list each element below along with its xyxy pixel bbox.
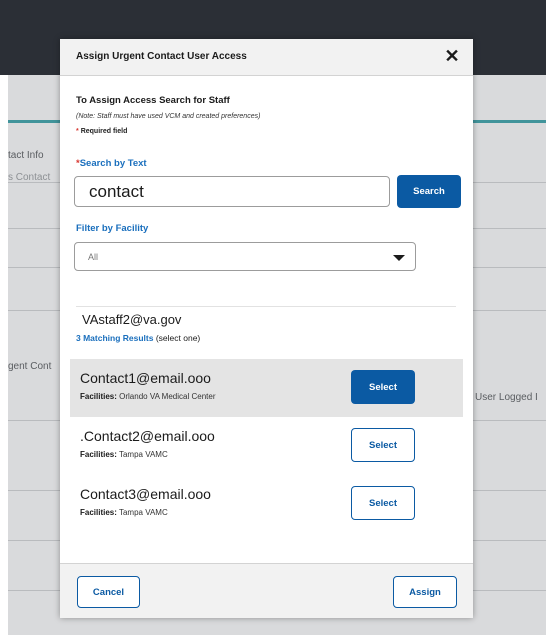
facility-name: Tampa VAMC <box>118 450 168 459</box>
assign-button[interactable]: Assign <box>393 576 457 608</box>
search-label-text: Search by Text <box>79 158 147 169</box>
result-facility: Facilities: Tampa VAMC <box>80 508 168 517</box>
close-icon[interactable]: ✕ <box>441 45 463 67</box>
assign-access-modal: Assign Urgent Contact User Access ✕ To A… <box>60 39 473 618</box>
facility-name: Orlando VA Medical Center <box>119 392 216 401</box>
select-button[interactable]: Select <box>351 486 415 520</box>
result-email: .Contact2@email.ooo <box>80 428 215 444</box>
bg-urgent-contact-label: gent Cont <box>8 361 52 372</box>
cancel-button[interactable]: Cancel <box>77 576 140 608</box>
bg-contact-info-label: tact Info <box>8 150 44 161</box>
searched-staff-email: VAstaff2@va.gov <box>82 312 182 327</box>
required-field-text: Required field <box>80 128 128 135</box>
bg-contact-tab-label: s Contact <box>8 172 51 183</box>
modal-title: Assign Urgent Contact User Access <box>76 51 247 62</box>
result-email: Contact3@email.ooo <box>80 486 211 502</box>
match-count-text: 3 Matching Results <box>76 333 154 343</box>
select-button[interactable]: Select <box>351 370 415 404</box>
facility-name: Tampa VAMC <box>118 508 168 517</box>
required-field-note: * Required field <box>76 128 127 135</box>
result-row[interactable]: Contact1@email.ooo Facilities: Orlando V… <box>70 359 463 417</box>
result-facility: Facilities: Orlando VA Medical Center <box>80 392 215 401</box>
staff-note: (Note: Staff must have used VCM and crea… <box>76 113 261 120</box>
chevron-down-icon <box>393 255 405 261</box>
result-row[interactable]: .Contact2@email.ooo Facilities: Tampa VA… <box>70 417 463 475</box>
result-facility: Facilities: Tampa VAMC <box>80 450 168 459</box>
section-heading: To Assign Access Search for Staff <box>76 95 230 106</box>
required-asterisk: * <box>76 128 79 135</box>
search-button[interactable]: Search <box>397 175 461 208</box>
facility-select-value: All <box>88 252 99 262</box>
result-row[interactable]: Contact3@email.ooo Facilities: Tampa VAM… <box>70 475 463 533</box>
bg-user-logged-label: User Logged I <box>475 392 538 403</box>
facilities-label: Facilities: <box>80 392 117 401</box>
modal-header: Assign Urgent Contact User Access ✕ <box>60 39 473 76</box>
result-email: Contact1@email.ooo <box>80 370 211 386</box>
results-divider <box>76 306 456 307</box>
modal-footer: Cancel Assign <box>60 563 473 618</box>
facilities-label: Facilities: <box>80 450 117 459</box>
match-count: 3 Matching Results (select one) <box>76 333 200 343</box>
match-hint: (select one) <box>155 333 201 343</box>
search-label: *Search by Text <box>76 158 147 169</box>
facilities-label: Facilities: <box>80 508 117 517</box>
select-button[interactable]: Select <box>351 428 415 462</box>
filter-facility-label: Filter by Facility <box>76 223 149 234</box>
search-input[interactable] <box>74 176 390 207</box>
facility-select[interactable]: All <box>74 242 416 271</box>
